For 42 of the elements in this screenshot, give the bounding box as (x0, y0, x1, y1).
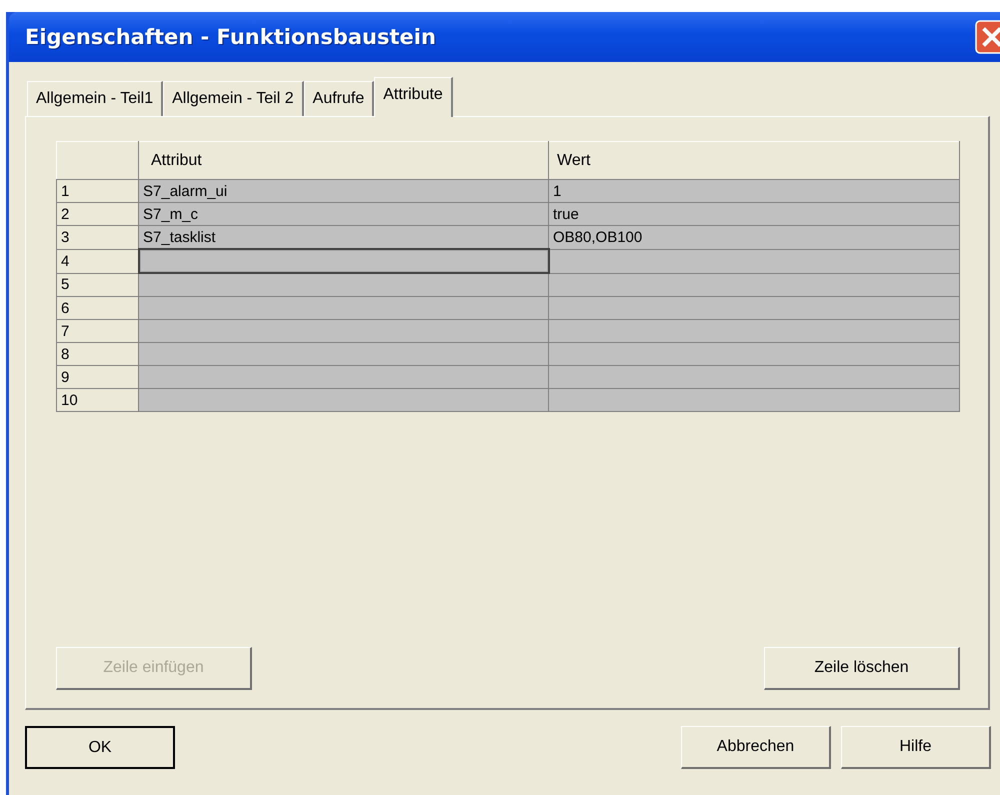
row-number: 8 (56, 342, 138, 366)
table-cell[interactable]: true (548, 202, 960, 226)
row-number: 6 (56, 296, 138, 320)
table-cell[interactable] (138, 273, 548, 296)
row-number: 10 (56, 388, 138, 412)
table-cell[interactable] (548, 296, 960, 320)
tab[interactable]: Aufrufe (304, 81, 374, 116)
tab[interactable]: Allgemein - Teil1 (27, 81, 164, 116)
table-cell[interactable] (548, 342, 960, 366)
close-icon[interactable] (975, 20, 1000, 54)
row-number: 4 (56, 249, 138, 273)
row-number: 9 (56, 366, 138, 388)
table-cell[interactable] (548, 249, 960, 273)
column-header[interactable]: Wert (548, 142, 960, 180)
table-cell[interactable]: S7_tasklist (138, 226, 548, 249)
tab[interactable]: Allgemein - Teil 2 (163, 81, 304, 116)
row-number: 5 (56, 273, 138, 296)
dialog-button[interactable]: Abbrechen (681, 726, 831, 769)
dialog-button[interactable]: Hilfe (841, 726, 991, 769)
table-cell[interactable] (548, 320, 960, 342)
table-cell[interactable] (138, 320, 548, 342)
window-title: Eigenschaften - Funktionsbaustein (25, 25, 436, 49)
table-cell[interactable]: S7_m_c (138, 202, 548, 226)
table-cell[interactable]: OB80,OB100 (548, 226, 960, 249)
dialog-button[interactable]: OK (25, 726, 175, 769)
table-cell[interactable] (138, 388, 548, 412)
row-number: 1 (56, 180, 138, 202)
table-cell[interactable] (548, 366, 960, 388)
table-cell[interactable] (548, 273, 960, 296)
table-cell[interactable] (138, 342, 548, 366)
row-number: 3 (56, 226, 138, 249)
column-header[interactable]: Attribut (138, 142, 548, 180)
table-cell[interactable] (138, 249, 548, 273)
delete-row-button[interactable]: Zeile löschen (764, 647, 960, 690)
table-cell[interactable] (138, 296, 548, 320)
table-cell[interactable]: 1 (548, 180, 960, 202)
table-cell[interactable] (138, 366, 548, 388)
table-cell[interactable]: S7_alarm_ui (138, 180, 548, 202)
tab[interactable]: Attribute (374, 77, 453, 117)
table-cell[interactable] (548, 388, 960, 412)
row-number: 7 (56, 320, 138, 342)
row-number: 2 (56, 202, 138, 226)
